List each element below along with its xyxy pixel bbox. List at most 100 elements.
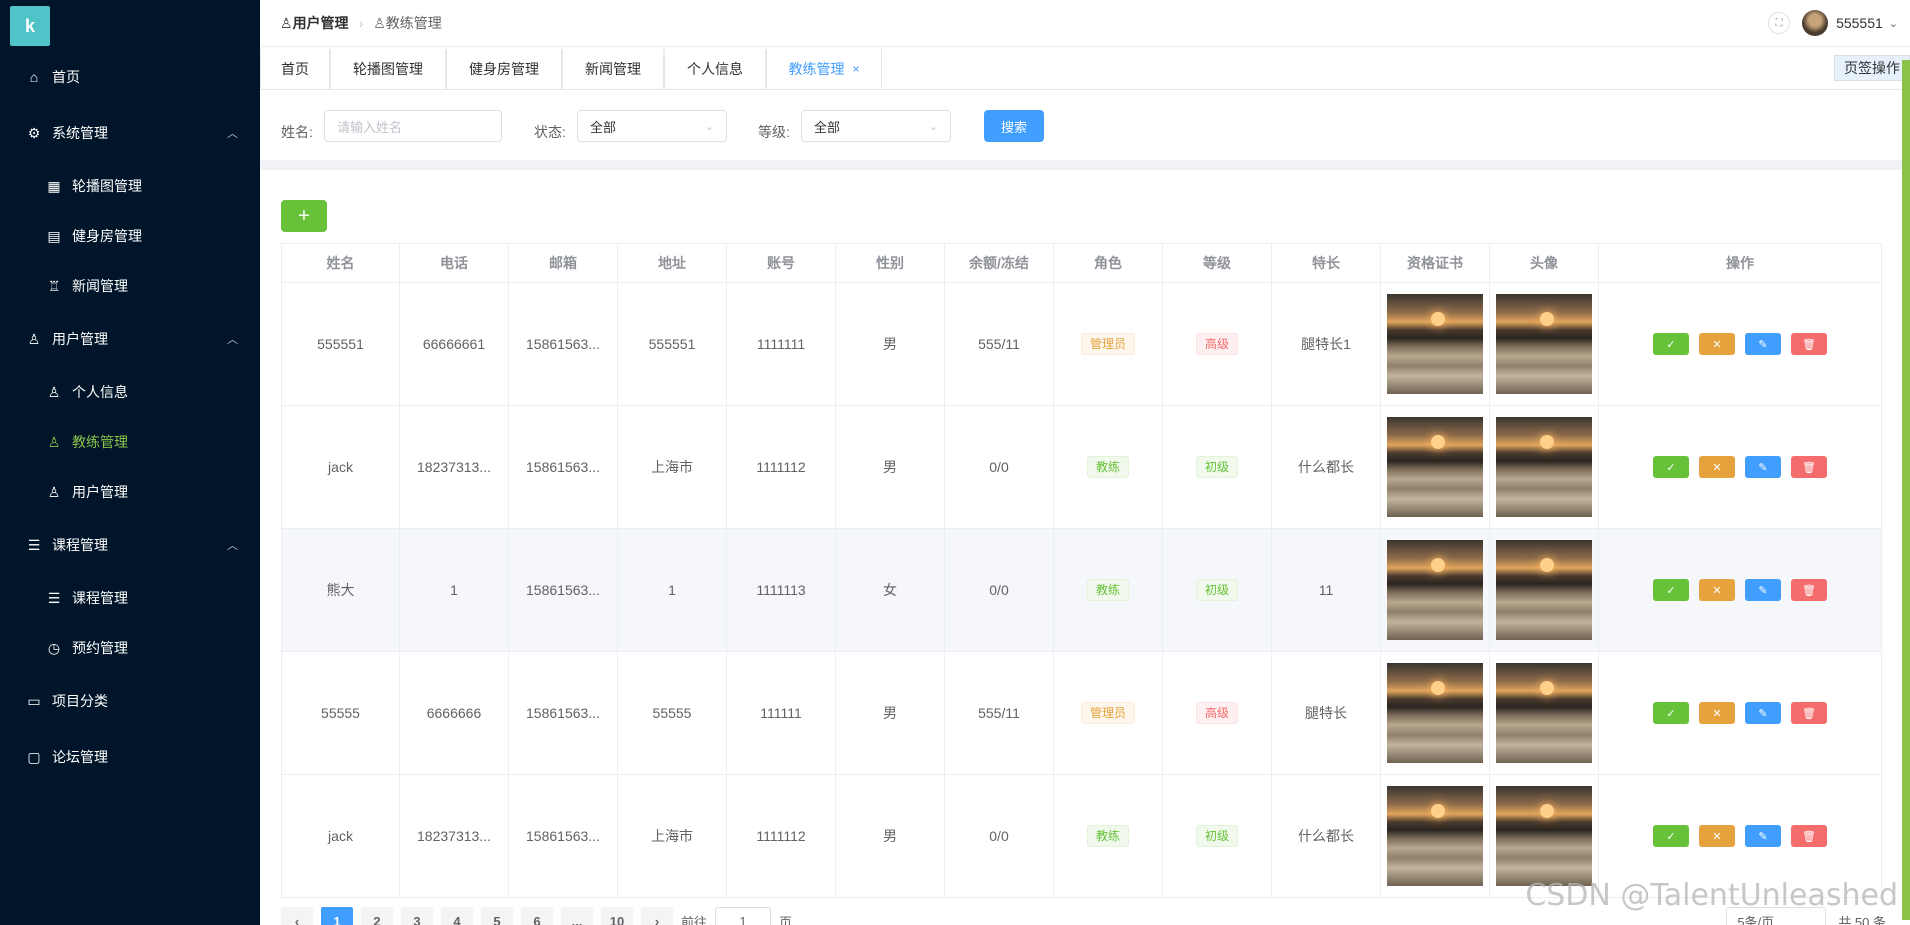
- sidebar-item-label: 轮播图管理: [72, 178, 142, 194]
- sidebar-item-user-admin[interactable]: ♙ 用户管理: [0, 467, 260, 517]
- page-button[interactable]: 3: [401, 907, 433, 925]
- page-button[interactable]: 2: [361, 907, 393, 925]
- approve-button[interactable]: ✓: [1653, 702, 1689, 724]
- fullscreen-icon[interactable]: ⛶: [1768, 12, 1791, 34]
- page-button[interactable]: 10: [601, 907, 633, 925]
- page-button[interactable]: 1: [321, 907, 353, 925]
- cell-gender: 男: [835, 405, 945, 529]
- close-icon[interactable]: ×: [852, 62, 859, 76]
- column-header: 性别: [835, 243, 945, 283]
- sidebar-item-course-admin[interactable]: ☰ 课程管理: [0, 573, 260, 623]
- cell-specialty: 什么都长: [1271, 774, 1381, 898]
- delete-button[interactable]: 🗑: [1791, 702, 1827, 724]
- sidebar-item-news[interactable]: ♖ 新闻管理: [0, 261, 260, 311]
- approve-button[interactable]: ✓: [1653, 333, 1689, 355]
- avatar-image[interactable]: [1496, 786, 1592, 886]
- cell-phone: 6666666: [399, 651, 509, 775]
- edit-button[interactable]: ✎: [1745, 579, 1781, 601]
- sidebar-item-categories[interactable]: ▭ 项目分类: [0, 676, 260, 726]
- sidebar-group-users[interactable]: ♙ 用户管理 ︿: [0, 314, 260, 364]
- sidebar-item-coaches[interactable]: ♙ 教练管理: [0, 417, 260, 467]
- sidebar-group-system[interactable]: ⚙ 系统管理 ︿: [0, 108, 260, 158]
- tab-coaches[interactable]: 教练管理 ×: [766, 49, 882, 89]
- tab-home[interactable]: 首页: [260, 49, 330, 89]
- sidebar-item-label: 课程管理: [72, 590, 128, 606]
- delete-button[interactable]: 🗑: [1791, 333, 1827, 355]
- sidebar-item-forum[interactable]: ▢ 论坛管理: [0, 732, 260, 782]
- more-pages-button[interactable]: ...: [561, 907, 593, 925]
- edit-button[interactable]: ✎: [1745, 825, 1781, 847]
- cell-certificate: [1380, 528, 1490, 652]
- username[interactable]: 555551: [1836, 15, 1883, 31]
- role-badge: 管理员: [1080, 333, 1135, 355]
- app-logo[interactable]: k: [10, 6, 50, 46]
- chevron-down-icon[interactable]: ⌄: [1889, 17, 1898, 30]
- reject-button[interactable]: ✕: [1699, 825, 1735, 847]
- approve-button[interactable]: ✓: [1653, 579, 1689, 601]
- cell-role: 管理员: [1053, 651, 1163, 775]
- goto-page-input[interactable]: 1: [715, 907, 772, 925]
- prev-page-button[interactable]: ‹: [281, 907, 313, 925]
- avatar-image[interactable]: [1496, 540, 1592, 640]
- next-page-button[interactable]: ›: [641, 907, 673, 925]
- avatar-image[interactable]: [1496, 417, 1592, 517]
- cell-avatar: [1489, 282, 1599, 406]
- cell-level: 初级: [1162, 405, 1272, 529]
- certificate-image[interactable]: [1387, 786, 1483, 886]
- sidebar-item-booking[interactable]: ◷ 预约管理: [0, 623, 260, 673]
- reject-button[interactable]: ✕: [1699, 333, 1735, 355]
- certificate-image[interactable]: [1387, 663, 1483, 763]
- pagination: ‹ 1 2 3 4 5 6 ... 10 › 前往 1 页: [281, 907, 792, 925]
- page-button[interactable]: 5: [481, 907, 513, 925]
- approve-button[interactable]: ✓: [1653, 825, 1689, 847]
- sidebar-item-home[interactable]: ⌂ 首页: [0, 52, 260, 102]
- gear-icon: ⚙: [27, 124, 41, 141]
- page-button[interactable]: 6: [521, 907, 553, 925]
- column-header: 头像: [1489, 243, 1599, 283]
- delete-button[interactable]: 🗑: [1791, 456, 1827, 478]
- column-header: 账号: [726, 243, 836, 283]
- name-label: 姓名:: [281, 124, 313, 140]
- delete-button[interactable]: 🗑: [1791, 825, 1827, 847]
- tab-gym[interactable]: 健身房管理: [446, 49, 562, 89]
- certificate-image[interactable]: [1387, 417, 1483, 517]
- column-header: 余额/冻结: [944, 243, 1054, 283]
- approve-button[interactable]: ✓: [1653, 456, 1689, 478]
- sidebar-item-gym[interactable]: ▤ 健身房管理: [0, 211, 260, 261]
- tab-news[interactable]: 新闻管理: [562, 49, 664, 89]
- certificate-image[interactable]: [1387, 540, 1483, 640]
- sidebar-group-courses[interactable]: ☰ 课程管理 ︿: [0, 520, 260, 570]
- edit-button[interactable]: ✎: [1745, 333, 1781, 355]
- avatar-image[interactable]: [1496, 663, 1592, 763]
- tab-ops-button[interactable]: 页签操作: [1834, 55, 1910, 81]
- edit-button[interactable]: ✎: [1745, 702, 1781, 724]
- sidebar-item-label: 首页: [52, 69, 80, 85]
- film-icon: ▤: [47, 227, 61, 244]
- certificate-image[interactable]: [1387, 294, 1483, 394]
- delete-button[interactable]: 🗑: [1791, 579, 1827, 601]
- cell-specialty: 11: [1271, 528, 1381, 652]
- sidebar-item-carousel[interactable]: ▦ 轮播图管理: [0, 161, 260, 211]
- reject-button[interactable]: ✕: [1699, 579, 1735, 601]
- edit-button[interactable]: ✎: [1745, 456, 1781, 478]
- sidebar: k ⌂ 首页 ⚙ 系统管理 ︿ ▦ 轮播图管理 ▤ 健身房管理 ♖ 新闻管理 ♙…: [0, 0, 260, 925]
- reject-button[interactable]: ✕: [1699, 456, 1735, 478]
- tab-profile[interactable]: 个人信息: [664, 49, 766, 89]
- page-button[interactable]: 4: [441, 907, 473, 925]
- sidebar-item-profile[interactable]: ♙ 个人信息: [0, 367, 260, 417]
- cell-address: 上海市: [617, 405, 727, 529]
- level-select[interactable]: 全部 ⌄: [801, 110, 951, 142]
- cell-role: 教练: [1053, 774, 1163, 898]
- user-icon: ♙: [47, 433, 61, 450]
- level-badge: 初级: [1195, 579, 1238, 601]
- avatar-image[interactable]: [1496, 294, 1592, 394]
- avatar[interactable]: [1802, 10, 1829, 36]
- breadcrumb-item[interactable]: ♙用户管理: [280, 13, 349, 33]
- name-search-input[interactable]: 请输入姓名: [324, 110, 502, 142]
- reject-button[interactable]: ✕: [1699, 702, 1735, 724]
- add-button[interactable]: +: [281, 200, 327, 232]
- breadcrumb-item: ♙教练管理: [373, 15, 442, 31]
- status-select[interactable]: 全部 ⌄: [577, 110, 727, 142]
- tab-carousel[interactable]: 轮播图管理: [330, 49, 446, 89]
- search-button[interactable]: 搜索: [984, 110, 1044, 142]
